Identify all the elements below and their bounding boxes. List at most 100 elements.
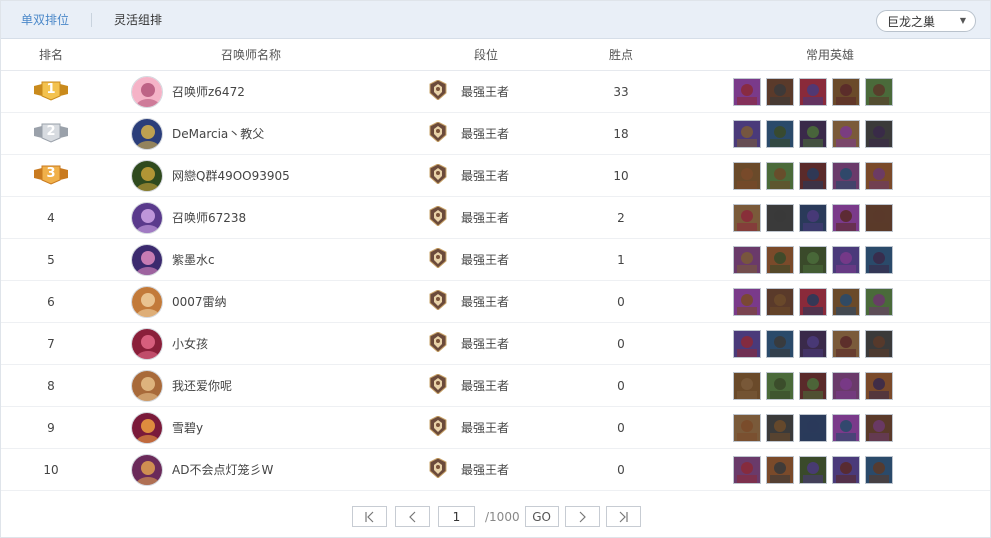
champion-portrait-icon[interactable]	[865, 371, 893, 400]
champion-portrait-icon[interactable]	[766, 455, 794, 484]
summoner-cell: 召唤师z6472	[101, 75, 401, 108]
champion-portrait-icon[interactable]	[733, 413, 761, 442]
champion-portrait-icon[interactable]	[766, 413, 794, 442]
table-row[interactable]: 4 召唤师67238 最强王者 2	[1, 197, 990, 239]
league-points: 0	[617, 336, 625, 351]
summoner-name[interactable]: 我还爱你呢	[172, 377, 232, 394]
champion-portrait-icon[interactable]	[766, 329, 794, 358]
table-row[interactable]: 3 网戀Q群49OO93905 最强王者 10	[1, 155, 990, 197]
champion-portrait-icon[interactable]	[799, 371, 827, 400]
champion-portrait-icon[interactable]	[799, 455, 827, 484]
champion-portrait-icon[interactable]	[733, 119, 761, 148]
champion-portrait-icon[interactable]	[766, 161, 794, 190]
champion-portrait-icon[interactable]	[799, 413, 827, 442]
challenger-tier-icon	[429, 331, 447, 355]
table-row[interactable]: 2 DeMarcia丶教父 最强王者 18	[1, 113, 990, 155]
champion-portrait-icon[interactable]	[799, 287, 827, 316]
champion-portrait-icon[interactable]	[733, 329, 761, 358]
page-total: /1000	[485, 509, 520, 524]
champion-portrait-icon[interactable]	[733, 245, 761, 274]
champion-portrait-icon[interactable]	[799, 161, 827, 190]
summoner-name[interactable]: 召唤师z6472	[172, 83, 245, 100]
champion-portrait-icon[interactable]	[733, 77, 761, 106]
champions-cell	[671, 77, 989, 106]
champion-portrait-icon[interactable]	[832, 245, 860, 274]
table-row[interactable]: 10 AD不会点灯笼彡W 最强王者 0	[1, 449, 990, 491]
prev-page-button[interactable]	[395, 506, 430, 527]
champion-portrait-icon[interactable]	[865, 329, 893, 358]
summoner-cell: 0007雷纳	[101, 285, 401, 318]
summoner-avatar	[131, 75, 163, 108]
champions-cell	[671, 371, 989, 400]
champion-portrait-icon[interactable]	[766, 119, 794, 148]
champion-portrait-icon[interactable]	[832, 77, 860, 106]
challenger-tier-icon	[429, 79, 447, 103]
table-row[interactable]: 7 小女孩 最强王者 0	[1, 323, 990, 365]
last-page-icon	[619, 511, 628, 522]
header-rank: 排名	[38, 48, 63, 62]
summoner-avatar	[131, 369, 163, 402]
tier-name: 最强王者	[461, 295, 510, 309]
tab-flex[interactable]: 灵活组排	[112, 11, 164, 28]
summoner-name[interactable]: 召唤师67238	[172, 209, 246, 226]
go-button[interactable]: GO	[524, 506, 559, 527]
champion-portrait-icon[interactable]	[733, 161, 761, 190]
champions-cell	[671, 287, 989, 316]
first-page-button[interactable]	[352, 506, 387, 527]
rank-cell: 5	[1, 253, 101, 267]
header-common-champions: 常用英雄	[805, 48, 854, 62]
table-row[interactable]: 1 召唤师z6472 最强王者 33	[1, 71, 990, 113]
champion-list	[671, 329, 989, 358]
league-points: 0	[617, 420, 625, 435]
summoner-name[interactable]: AD不会点灯笼彡W	[172, 461, 273, 478]
summoner-name[interactable]: 网戀Q群49OO93905	[172, 167, 290, 184]
champion-portrait-icon[interactable]	[799, 119, 827, 148]
champion-portrait-icon[interactable]	[832, 455, 860, 484]
summoner-name[interactable]: 雪碧y	[172, 419, 203, 436]
rank-number: 10	[43, 462, 59, 477]
summoner-avatar	[131, 117, 163, 150]
table-row[interactable]: 5 紫墨水c 最强王者 1	[1, 239, 990, 281]
summoner-name[interactable]: 小女孩	[172, 335, 208, 352]
table-row[interactable]: 9 雪碧y 最强王者 0	[1, 407, 990, 449]
champion-portrait-icon[interactable]	[766, 77, 794, 106]
champion-portrait-icon[interactable]	[766, 245, 794, 274]
champion-portrait-icon[interactable]	[766, 203, 794, 232]
champion-portrait-icon[interactable]	[733, 287, 761, 316]
champion-portrait-icon[interactable]	[865, 455, 893, 484]
champion-portrait-icon[interactable]	[832, 371, 860, 400]
champion-portrait-icon[interactable]	[832, 287, 860, 316]
table-row[interactable]: 8 我还爱你呢 最强王者 0	[1, 365, 990, 407]
champion-portrait-icon[interactable]	[865, 161, 893, 190]
champion-portrait-icon[interactable]	[865, 77, 893, 106]
summoner-name[interactable]: DeMarcia丶教父	[172, 125, 264, 142]
summoner-name[interactable]: 紫墨水c	[172, 251, 215, 268]
champion-portrait-icon[interactable]	[733, 371, 761, 400]
champion-portrait-icon[interactable]	[832, 119, 860, 148]
next-page-button[interactable]	[564, 506, 600, 527]
champion-portrait-icon[interactable]	[865, 119, 893, 148]
champion-portrait-icon[interactable]	[832, 161, 860, 190]
champion-portrait-icon[interactable]	[865, 287, 893, 316]
server-select[interactable]: 巨龙之巢 ▼	[876, 10, 976, 32]
table-row[interactable]: 6 0007雷纳 最强王者 0	[1, 281, 990, 323]
champion-portrait-icon[interactable]	[799, 329, 827, 358]
champion-portrait-icon[interactable]	[865, 413, 893, 442]
champion-portrait-icon[interactable]	[865, 203, 893, 232]
champion-portrait-icon[interactable]	[799, 77, 827, 106]
champion-portrait-icon[interactable]	[733, 455, 761, 484]
champion-portrait-icon[interactable]	[832, 329, 860, 358]
champion-portrait-icon[interactable]	[799, 245, 827, 274]
tier-name: 最强王者	[461, 211, 510, 225]
page-number-input[interactable]: 1	[438, 506, 475, 527]
summoner-name[interactable]: 0007雷纳	[172, 293, 227, 310]
champion-portrait-icon[interactable]	[766, 287, 794, 316]
champion-portrait-icon[interactable]	[865, 245, 893, 274]
tab-solo-duo[interactable]: 单双排位	[19, 11, 71, 28]
last-page-button[interactable]	[605, 506, 641, 527]
champion-portrait-icon[interactable]	[799, 203, 827, 232]
champion-portrait-icon[interactable]	[766, 371, 794, 400]
champion-portrait-icon[interactable]	[832, 203, 860, 232]
champion-portrait-icon[interactable]	[832, 413, 860, 442]
champion-portrait-icon[interactable]	[733, 203, 761, 232]
